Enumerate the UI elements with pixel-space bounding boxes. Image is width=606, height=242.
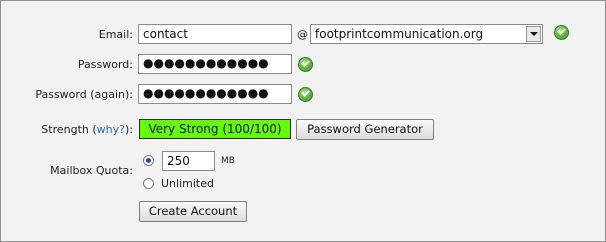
quota-label: Mailbox Quota: <box>50 164 133 177</box>
quota-unit: MB <box>221 156 235 166</box>
strength-label-prefix: Strength ( <box>41 123 97 136</box>
add-email-account-form: Email: contact @ footprintcommunication.… <box>0 0 606 242</box>
password-input[interactable]: ●●●●●●●●●●●● <box>138 54 292 74</box>
why-link[interactable]: why? <box>97 123 125 136</box>
password-again-input[interactable]: ●●●●●●●●●●●● <box>138 84 292 104</box>
strength-meter: Very Strong (100/100) <box>139 119 291 139</box>
password-again-label: Password (again): <box>35 88 133 101</box>
dropdown-arrow-icon[interactable] <box>526 26 541 42</box>
password-generator-button[interactable]: Password Generator <box>296 119 434 140</box>
check-circle-icon <box>298 57 313 72</box>
password-again-input-value: ●●●●●●●●●●●● <box>143 86 269 100</box>
quota-limit-radio[interactable] <box>143 155 154 166</box>
domain-select-value: footprintcommunication.org <box>315 27 484 41</box>
strength-label-suffix: ): <box>125 123 133 136</box>
email-input-value: contact <box>143 27 188 41</box>
at-sign: @ <box>297 28 308 41</box>
strength-label: Strength (why?): <box>0 118 133 142</box>
quota-unlimited-radio[interactable] <box>143 178 154 189</box>
password-input-value: ●●●●●●●●●●●● <box>143 56 269 70</box>
check-circle-icon <box>298 87 313 102</box>
email-label: Email: <box>98 28 133 41</box>
quota-input[interactable]: 250 <box>162 151 215 171</box>
quota-input-value: 250 <box>167 154 190 168</box>
password-label: Password: <box>77 58 133 71</box>
create-account-button[interactable]: Create Account <box>139 201 247 222</box>
unlimited-label: Unlimited <box>161 177 214 190</box>
domain-select[interactable]: footprintcommunication.org <box>310 24 543 44</box>
email-input[interactable]: contact <box>138 24 292 44</box>
check-circle-icon <box>554 25 569 40</box>
